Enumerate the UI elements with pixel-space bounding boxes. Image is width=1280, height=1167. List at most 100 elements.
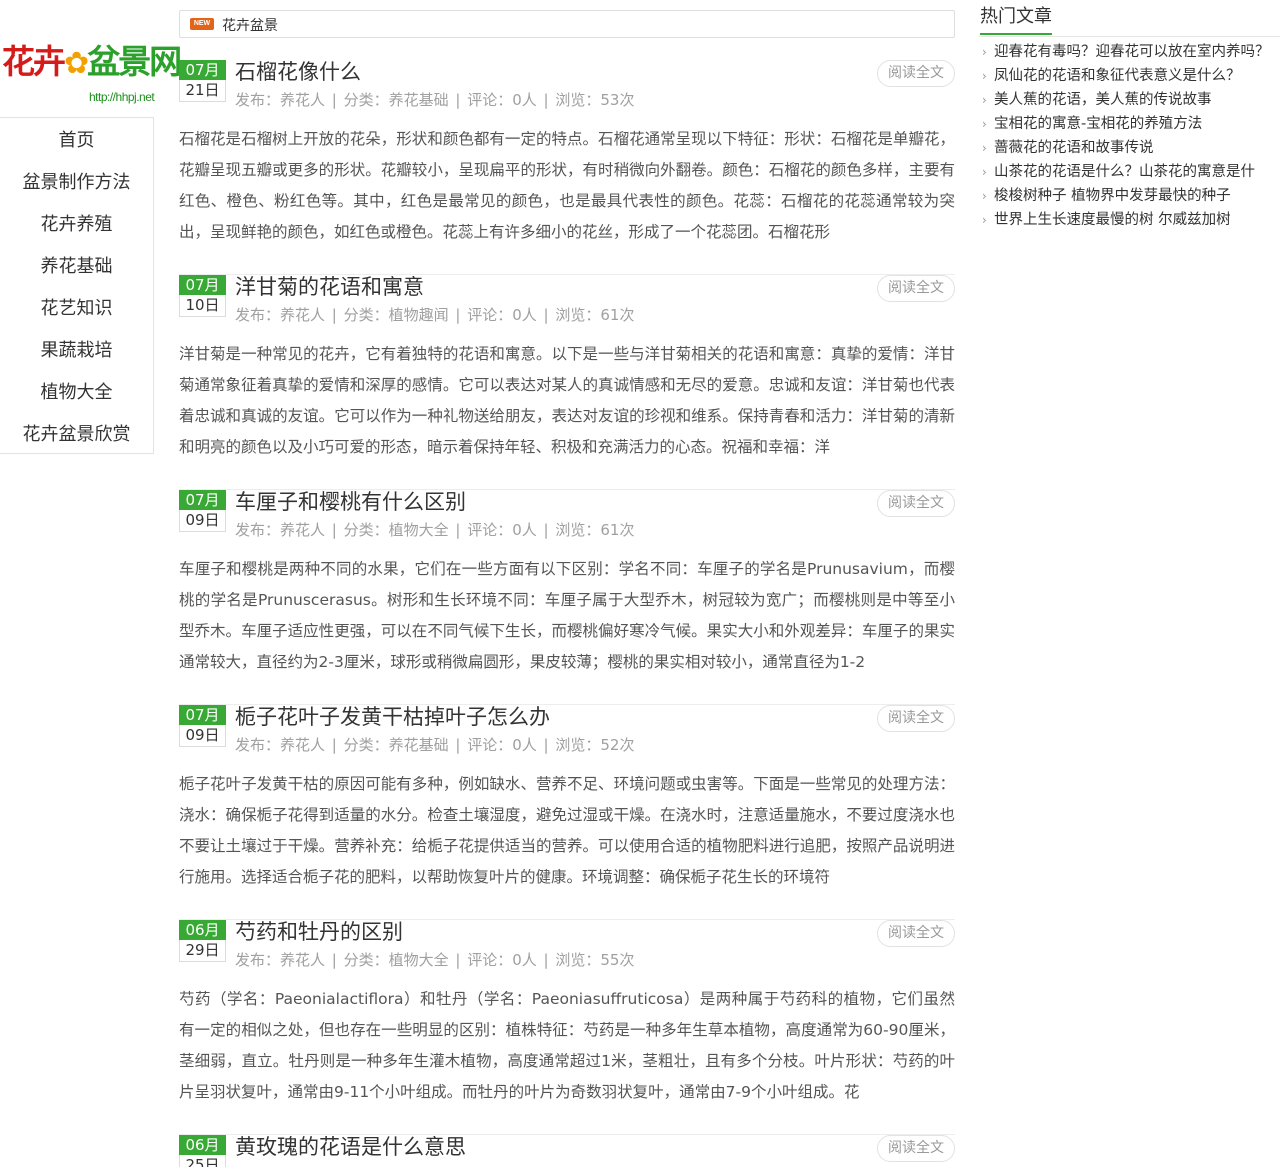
date-badge: 06月 29日 bbox=[179, 920, 226, 962]
read-more-button[interactable]: 阅读全文 bbox=[877, 1135, 955, 1162]
date-day: 09日 bbox=[179, 510, 226, 532]
meta-category[interactable]: 分类：养花基础 bbox=[344, 736, 449, 754]
breadcrumb: NEW 花卉盆景 bbox=[179, 10, 955, 38]
hot-articles-list: › 迎春花有毒吗？迎春花可以放在室内养吗？ › 凤仙花的花语和象征代表意义是什么？ … bbox=[979, 40, 1280, 232]
breadcrumb-link[interactable]: 花卉盆景 bbox=[222, 15, 278, 35]
date-badge: 07月 09日 bbox=[179, 490, 226, 532]
date-day: 09日 bbox=[179, 725, 226, 747]
chevron-right-icon: › bbox=[982, 45, 987, 59]
chevron-right-icon: › bbox=[982, 117, 987, 131]
hot-article-link[interactable]: 山茶花的花语是什么？山茶花的寓意是什 bbox=[994, 164, 1255, 180]
date-badge: 06月 25日 bbox=[179, 1135, 226, 1167]
hot-article-link[interactable]: 宝相花的寓意-宝相花的养殖方法 bbox=[994, 116, 1202, 132]
article-summary: 石榴花是石榴树上开放的花朵，形状和颜色都有一定的特点。石榴花通常呈现以下特征：形… bbox=[179, 130, 955, 241]
meta-author: 发布：养花人 bbox=[235, 736, 326, 754]
article-item: 06月 29日 芍药和牡丹的区别 发布：养花人 | 分类：植物大全 | 评论：0… bbox=[179, 920, 955, 1135]
meta-comments: 评论：0人 bbox=[467, 91, 537, 109]
read-more-button[interactable]: 阅读全文 bbox=[877, 920, 955, 947]
nav-item-flower-care[interactable]: 花卉养殖 bbox=[0, 204, 153, 246]
article-meta: 发布：养花人 | 分类：植物大全 | 评论：0人 | 浏览：55次 bbox=[235, 951, 635, 969]
article-summary: 芍药（学名：Paeonialactiflora）和牡丹（学名：Paeoniasu… bbox=[179, 990, 955, 1101]
left-nav: 首页 盆景制作方法 花卉养殖 养花基础 花艺知识 果蔬栽培 植物大全 花卉盆景欣… bbox=[0, 117, 154, 454]
hot-article-link[interactable]: 蔷薇花的花语和故事传说 bbox=[994, 140, 1154, 156]
article-item: 07月 21日 石榴花像什么 发布：养花人 | 分类：养花基础 | 评论：0人 … bbox=[179, 60, 955, 275]
logo-text-1: 花卉 bbox=[2, 42, 66, 81]
list-item: › 迎春花有毒吗？迎春花可以放在室内养吗？ bbox=[979, 40, 1280, 64]
date-month: 06月 bbox=[179, 1135, 226, 1155]
list-item: › 梭梭树种子 植物界中发芽最快的种子 bbox=[979, 184, 1280, 208]
chevron-right-icon: › bbox=[982, 141, 987, 155]
article-title[interactable]: 石榴花像什么 bbox=[235, 56, 361, 86]
nav-item-home[interactable]: 首页 bbox=[0, 120, 153, 162]
chevron-right-icon: › bbox=[982, 93, 987, 107]
article-title[interactable]: 车厘子和樱桃有什么区别 bbox=[235, 486, 466, 516]
list-item: › 美人蕉的花语，美人蕉的传说故事 bbox=[979, 88, 1280, 112]
nav-item-plants[interactable]: 植物大全 bbox=[0, 372, 153, 414]
date-day: 25日 bbox=[179, 1155, 226, 1167]
meta-category[interactable]: 分类：植物大全 bbox=[344, 951, 449, 969]
article-item: 07月 10日 洋甘菊的花语和寓意 发布：养花人 | 分类：植物趣闻 | 评论：… bbox=[179, 275, 955, 490]
article-title[interactable]: 芍药和牡丹的区别 bbox=[235, 916, 403, 946]
meta-author: 发布：养花人 bbox=[235, 521, 326, 539]
nav-item-bonsai-methods[interactable]: 盆景制作方法 bbox=[0, 162, 153, 204]
chevron-right-icon: › bbox=[982, 165, 987, 179]
date-month: 07月 bbox=[179, 275, 226, 295]
date-badge: 07月 10日 bbox=[179, 275, 226, 317]
read-more-button[interactable]: 阅读全文 bbox=[877, 275, 955, 302]
meta-views: 浏览：55次 bbox=[555, 951, 635, 969]
logo-wordmark: 花卉✿盆景网 bbox=[2, 36, 182, 90]
article-meta: 发布：养花人 | 分类：养花基础 | 评论：0人 | 浏览：53次 bbox=[235, 91, 635, 109]
chevron-right-icon: › bbox=[982, 189, 987, 203]
read-more-button[interactable]: 阅读全文 bbox=[877, 705, 955, 732]
meta-comments: 评论：0人 bbox=[467, 736, 537, 754]
list-item: › 蔷薇花的花语和故事传说 bbox=[979, 136, 1280, 160]
hot-article-link[interactable]: 美人蕉的花语，美人蕉的传说故事 bbox=[994, 92, 1212, 108]
article-meta: 发布：养花人 | 分类：养花基础 | 评论：0人 | 浏览：52次 bbox=[235, 736, 635, 754]
nav-item-gallery[interactable]: 花卉盆景欣赏 bbox=[0, 414, 153, 456]
read-more-button[interactable]: 阅读全文 bbox=[877, 490, 955, 517]
meta-comments: 评论：0人 bbox=[467, 951, 537, 969]
hot-article-link[interactable]: 梭梭树种子 植物界中发芽最快的种子 bbox=[994, 188, 1231, 204]
article-title[interactable]: 洋甘菊的花语和寓意 bbox=[235, 271, 424, 301]
meta-category[interactable]: 分类：植物大全 bbox=[344, 521, 449, 539]
logo-text-2: 盆景网 bbox=[87, 42, 182, 81]
meta-category[interactable]: 分类：植物趣闻 bbox=[344, 306, 449, 324]
meta-views: 浏览：53次 bbox=[555, 91, 635, 109]
logo-url: http://hhpj.net bbox=[89, 90, 155, 104]
date-month: 07月 bbox=[179, 705, 226, 725]
chevron-right-icon: › bbox=[982, 69, 987, 83]
hot-article-link[interactable]: 凤仙花的花语和象征代表意义是什么？ bbox=[994, 68, 1241, 84]
hot-article-link[interactable]: 迎春花有毒吗？迎春花可以放在室内养吗？ bbox=[994, 44, 1270, 60]
nav-item-basics[interactable]: 养花基础 bbox=[0, 246, 153, 288]
meta-views: 浏览：52次 bbox=[555, 736, 635, 754]
meta-comments: 评论：0人 bbox=[467, 521, 537, 539]
article-meta: 发布：养花人 | 分类：植物趣闻 | 评论：0人 | 浏览：61次 bbox=[235, 306, 635, 324]
article-summary: 栀子花叶子发黄干枯的原因可能有多种，例如缺水、营养不足、环境问题或虫害等。下面是… bbox=[179, 775, 955, 886]
article-meta: 发布：养花人 | 分类：植物大全 | 评论：0人 | 浏览：61次 bbox=[235, 521, 635, 539]
hot-articles-title: 热门文章 bbox=[980, 2, 1052, 35]
read-more-button[interactable]: 阅读全文 bbox=[877, 60, 955, 87]
list-item: › 凤仙花的花语和象征代表意义是什么？ bbox=[979, 64, 1280, 88]
site-logo[interactable]: 花卉✿盆景网 http://hhpj.net bbox=[0, 36, 182, 114]
date-badge: 07月 21日 bbox=[179, 60, 226, 102]
nav-item-fruit-veg[interactable]: 果蔬栽培 bbox=[0, 330, 153, 372]
article-item: 06月 25日 黄玫瑰的花语是什么意思 阅读全文 bbox=[179, 1135, 955, 1167]
meta-category[interactable]: 分类：养花基础 bbox=[344, 91, 449, 109]
article-summary: 车厘子和樱桃是两种不同的水果，它们在一些方面有以下区别：学名不同：车厘子的学名是… bbox=[179, 560, 955, 671]
date-day: 10日 bbox=[179, 295, 226, 317]
meta-comments: 评论：0人 bbox=[467, 306, 537, 324]
meta-author: 发布：养花人 bbox=[235, 91, 326, 109]
article-item: 07月 09日 车厘子和樱桃有什么区别 发布：养花人 | 分类：植物大全 | 评… bbox=[179, 490, 955, 705]
nav-item-floral-art[interactable]: 花艺知识 bbox=[0, 288, 153, 330]
list-item: › 世界上生长速度最慢的树 尔威兹加树 bbox=[979, 208, 1280, 232]
meta-views: 浏览：61次 bbox=[555, 306, 635, 324]
meta-author: 发布：养花人 bbox=[235, 951, 326, 969]
article-title[interactable]: 黄玫瑰的花语是什么意思 bbox=[235, 1135, 466, 1161]
new-badge: NEW bbox=[190, 18, 214, 30]
hot-article-link[interactable]: 世界上生长速度最慢的树 尔威兹加树 bbox=[994, 212, 1231, 228]
date-month: 07月 bbox=[179, 490, 226, 510]
date-day: 21日 bbox=[179, 80, 226, 102]
article-title[interactable]: 栀子花叶子发黄干枯掉叶子怎么办 bbox=[235, 701, 550, 731]
list-item: › 宝相花的寓意-宝相花的养殖方法 bbox=[979, 112, 1280, 136]
meta-author: 发布：养花人 bbox=[235, 306, 326, 324]
